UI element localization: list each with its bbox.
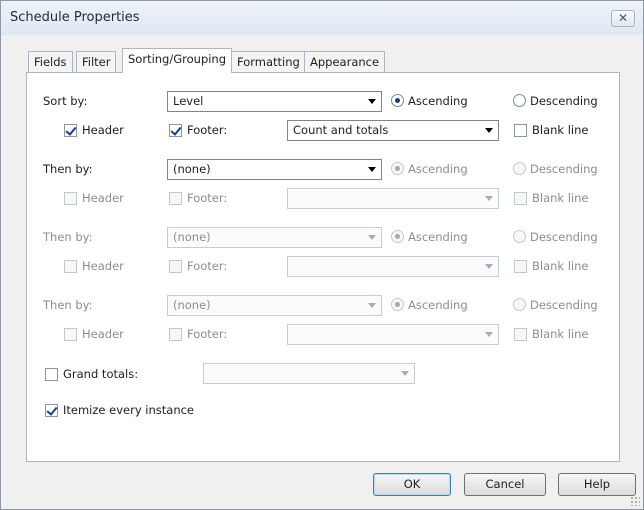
sort-by-header-checkbox[interactable] bbox=[64, 124, 77, 137]
footer-label: Footer: bbox=[187, 259, 228, 273]
footer-label: Footer: bbox=[187, 123, 228, 137]
blank-line-label: Blank line bbox=[532, 191, 589, 205]
chevron-down-icon bbox=[368, 235, 376, 240]
descending-label: Descending bbox=[530, 298, 598, 312]
then-by-2-descending-radio[interactable] bbox=[513, 230, 526, 243]
chevron-down-icon bbox=[485, 196, 493, 201]
then-by-label: Then by: bbox=[43, 298, 93, 312]
then-by-3-ascending-radio[interactable] bbox=[391, 298, 404, 311]
chevron-down-icon bbox=[485, 264, 493, 269]
then-by-1-descending-radio[interactable] bbox=[513, 162, 526, 175]
then-by-2-footer-select[interactable] bbox=[287, 256, 499, 277]
then-by-select-1[interactable]: (none) bbox=[167, 159, 382, 180]
sort-by-footer-checkbox[interactable] bbox=[169, 124, 182, 137]
resize-grip-icon[interactable] bbox=[630, 496, 640, 506]
tab-appearance[interactable]: Appearance bbox=[304, 51, 386, 73]
ascending-label: Ascending bbox=[408, 94, 468, 108]
sort-by-value: Level bbox=[173, 94, 204, 108]
ascending-label: Ascending bbox=[408, 162, 468, 176]
then-by-select-2[interactable]: (none) bbox=[167, 227, 382, 248]
then-by-1-footer-select[interactable] bbox=[287, 188, 499, 209]
chevron-down-icon bbox=[401, 371, 409, 376]
then-by-2-header-checkbox[interactable] bbox=[64, 260, 77, 273]
grand-totals-checkbox[interactable] bbox=[45, 368, 58, 381]
tab-filter[interactable]: Filter bbox=[76, 51, 117, 73]
descending-label: Descending bbox=[530, 94, 598, 108]
schedule-properties-dialog: Schedule Properties ✕ Fields Filter Sort… bbox=[0, 0, 644, 510]
then-by-select-3[interactable]: (none) bbox=[167, 295, 382, 316]
chevron-down-icon bbox=[368, 167, 376, 172]
then-by-3-footer-select[interactable] bbox=[287, 324, 499, 345]
tab-sorting-grouping[interactable]: Sorting/Grouping bbox=[122, 48, 233, 73]
chevron-down-icon bbox=[368, 303, 376, 308]
ok-button[interactable]: OK bbox=[373, 473, 451, 496]
sort-by-descending-radio[interactable] bbox=[513, 94, 526, 107]
then-by-value-2: (none) bbox=[173, 230, 211, 244]
then-by-1-header-checkbox[interactable] bbox=[64, 192, 77, 205]
blank-line-label: Blank line bbox=[532, 327, 589, 341]
then-by-2-footer-checkbox[interactable] bbox=[169, 260, 182, 273]
chevron-down-icon bbox=[485, 332, 493, 337]
itemize-checkbox[interactable] bbox=[45, 404, 58, 417]
then-by-label: Then by: bbox=[43, 162, 93, 176]
then-by-2-blank-line-checkbox[interactable] bbox=[514, 260, 527, 273]
grand-totals-select[interactable] bbox=[203, 363, 415, 384]
header-label: Header bbox=[82, 259, 124, 273]
then-by-3-footer-checkbox[interactable] bbox=[169, 328, 182, 341]
sort-by-label: Sort by: bbox=[43, 94, 88, 108]
then-by-3-blank-line-checkbox[interactable] bbox=[514, 328, 527, 341]
blank-line-label: Blank line bbox=[532, 259, 589, 273]
ascending-label: Ascending bbox=[408, 230, 468, 244]
tab-fields[interactable]: Fields bbox=[28, 51, 73, 73]
chevron-down-icon bbox=[368, 99, 376, 104]
footer-option-value: Count and totals bbox=[293, 123, 389, 137]
then-by-3-header-checkbox[interactable] bbox=[64, 328, 77, 341]
sort-by-ascending-radio[interactable] bbox=[391, 94, 404, 107]
header-label: Header bbox=[82, 327, 124, 341]
footer-option-select[interactable]: Count and totals bbox=[287, 120, 499, 141]
close-icon[interactable]: ✕ bbox=[611, 10, 635, 27]
footer-label: Footer: bbox=[187, 327, 228, 341]
header-label: Header bbox=[82, 123, 124, 137]
then-by-1-footer-checkbox[interactable] bbox=[169, 192, 182, 205]
sort-by-select[interactable]: Level bbox=[167, 91, 382, 112]
sorting-grouping-panel: Sort by: Level Ascending Descending Head… bbox=[26, 72, 620, 462]
then-by-1-ascending-radio[interactable] bbox=[391, 162, 404, 175]
descending-label: Descending bbox=[530, 230, 598, 244]
help-button[interactable]: Help bbox=[558, 473, 636, 496]
then-by-1-blank-line-checkbox[interactable] bbox=[514, 192, 527, 205]
then-by-3-descending-radio[interactable] bbox=[513, 298, 526, 311]
itemize-label: Itemize every instance bbox=[63, 403, 195, 417]
chevron-down-icon bbox=[485, 128, 493, 133]
footer-label: Footer: bbox=[187, 191, 228, 205]
descending-label: Descending bbox=[530, 162, 598, 176]
cancel-button[interactable]: Cancel bbox=[464, 473, 546, 496]
then-by-value-1: (none) bbox=[173, 162, 211, 176]
then-by-2-ascending-radio[interactable] bbox=[391, 230, 404, 243]
blank-line-label: Blank line bbox=[532, 123, 589, 137]
grand-totals-label: Grand totals: bbox=[63, 367, 139, 381]
sort-by-blank-line-checkbox[interactable] bbox=[514, 124, 527, 137]
then-by-value-3: (none) bbox=[173, 298, 211, 312]
header-label: Header bbox=[82, 191, 124, 205]
dialog-title: Schedule Properties bbox=[10, 10, 140, 25]
tab-formatting[interactable]: Formatting bbox=[231, 51, 306, 73]
title-bar: Schedule Properties ✕ bbox=[1, 1, 643, 35]
then-by-label: Then by: bbox=[43, 230, 93, 244]
ascending-label: Ascending bbox=[408, 298, 468, 312]
